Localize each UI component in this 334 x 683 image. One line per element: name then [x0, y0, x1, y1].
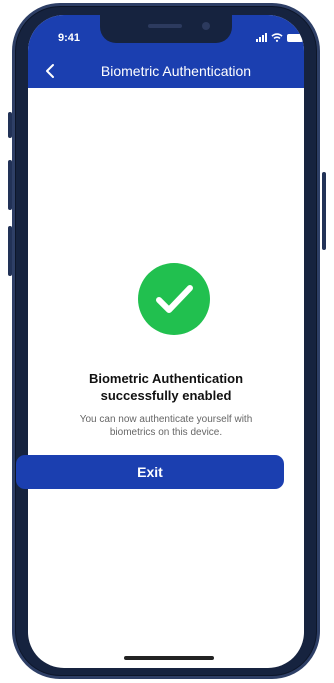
notch [100, 15, 232, 43]
home-indicator [124, 656, 214, 660]
success-message-line2: biometrics on this device. [109, 427, 223, 438]
signal-icon [256, 33, 267, 42]
volume-up-button [8, 160, 12, 210]
app-header: 9:41 Biometric Authentication [28, 15, 304, 88]
chevron-left-icon[interactable] [42, 62, 60, 80]
phone-screen: 9:41 Biometric Authentication Biometric … [28, 15, 304, 668]
speaker-grille [148, 24, 182, 28]
nav-bar: Biometric Authentication [28, 59, 304, 85]
silent-switch [8, 112, 12, 138]
volume-down-button [8, 226, 12, 276]
success-heading: Biometric Authentication successfully en… [48, 370, 284, 404]
checkmark-circle-icon [138, 263, 210, 335]
exit-button[interactable]: Exit [16, 455, 284, 489]
success-heading-line2: successfully enabled [100, 388, 232, 403]
success-message-line1: You can now authenticate yourself with [79, 414, 253, 425]
camera-icon [202, 22, 210, 30]
page-title: Biometric Authentication [100, 63, 252, 79]
battery-icon [287, 34, 303, 42]
wifi-icon [271, 33, 283, 42]
success-heading-line1: Biometric Authentication [88, 371, 244, 386]
power-button [322, 172, 326, 250]
status-time: 9:41 [58, 32, 81, 44]
status-icons [256, 33, 303, 42]
success-message: You can now authenticate yourself with b… [52, 413, 280, 439]
